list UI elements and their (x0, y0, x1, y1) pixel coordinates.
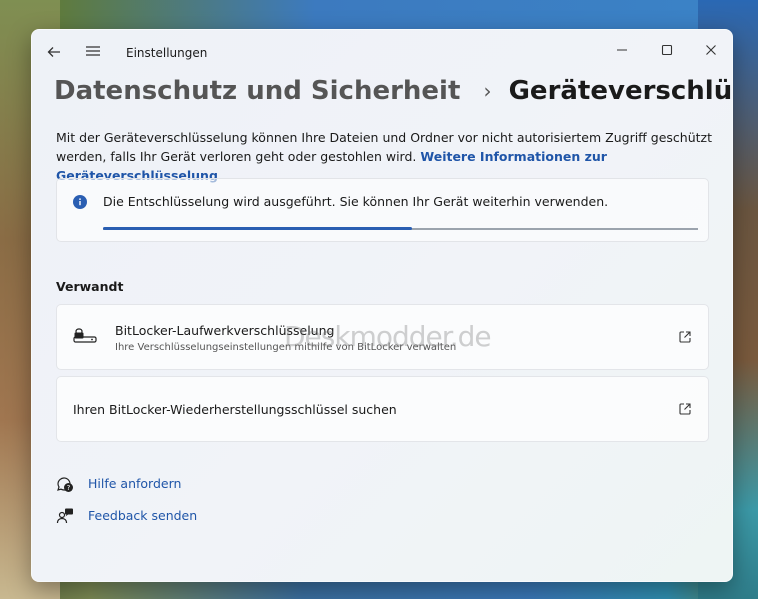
help-question-icon: ? (57, 477, 73, 492)
feedback-link-label: Feedback senden (88, 508, 198, 523)
navigation-menu-button[interactable] (84, 42, 104, 62)
maximize-icon (661, 44, 673, 56)
recovery-key-card[interactable]: Ihren BitLocker-Wiederherstellungsschlüs… (56, 376, 709, 442)
open-external-icon (679, 331, 691, 343)
minimize-button[interactable] (602, 36, 642, 64)
page-description: Mit der Geräteverschlüsselung können Ihr… (56, 128, 726, 185)
close-icon (706, 45, 716, 55)
description-text: Mit der Geräteverschlüsselung können Ihr… (56, 130, 712, 164)
info-icon (73, 195, 87, 209)
progress-bar (103, 227, 698, 230)
related-section-label: Verwandt (56, 279, 124, 294)
open-external-icon (679, 403, 691, 415)
breadcrumb: Datenschutz und Sicherheit › Geräteversc… (54, 76, 733, 116)
breadcrumb-parent[interactable]: Datenschutz und Sicherheit (54, 76, 460, 106)
chevron-right-icon: › (483, 79, 492, 103)
maximize-button[interactable] (647, 36, 687, 64)
feedback-person-icon (56, 508, 73, 524)
status-message: Die Entschlüsselung wird ausgeführt. Sie… (103, 194, 609, 209)
back-button[interactable] (44, 42, 64, 62)
drive-lock-icon (73, 328, 97, 343)
arrow-left-icon (47, 47, 60, 57)
settings-window: Einstellungen Datenschutz und Sicherheit… (31, 29, 733, 582)
bitlocker-settings-card[interactable]: BitLocker-Laufwerkverschlüsselung Ihre V… (56, 304, 709, 370)
title-bar: Einstellungen (32, 30, 732, 70)
hamburger-icon (86, 46, 100, 56)
page-title: Geräteverschlüsselung (508, 76, 733, 106)
recovery-key-card-title: Ihren BitLocker-Wiederherstellungsschlüs… (73, 402, 397, 417)
bitlocker-card-subtitle: Ihre Verschlüsselungseinstellungen mithi… (115, 342, 457, 353)
close-button[interactable] (691, 36, 731, 64)
progress-bar-fill (103, 227, 413, 230)
app-title: Einstellungen (126, 46, 208, 60)
svg-text:?: ? (67, 484, 71, 492)
bitlocker-card-title: BitLocker-Laufwerkverschlüsselung (115, 323, 335, 338)
help-link-label: Hilfe anfordern (88, 476, 182, 491)
minimize-icon (617, 49, 627, 51)
status-card: Die Entschlüsselung wird ausgeführt. Sie… (56, 178, 709, 242)
